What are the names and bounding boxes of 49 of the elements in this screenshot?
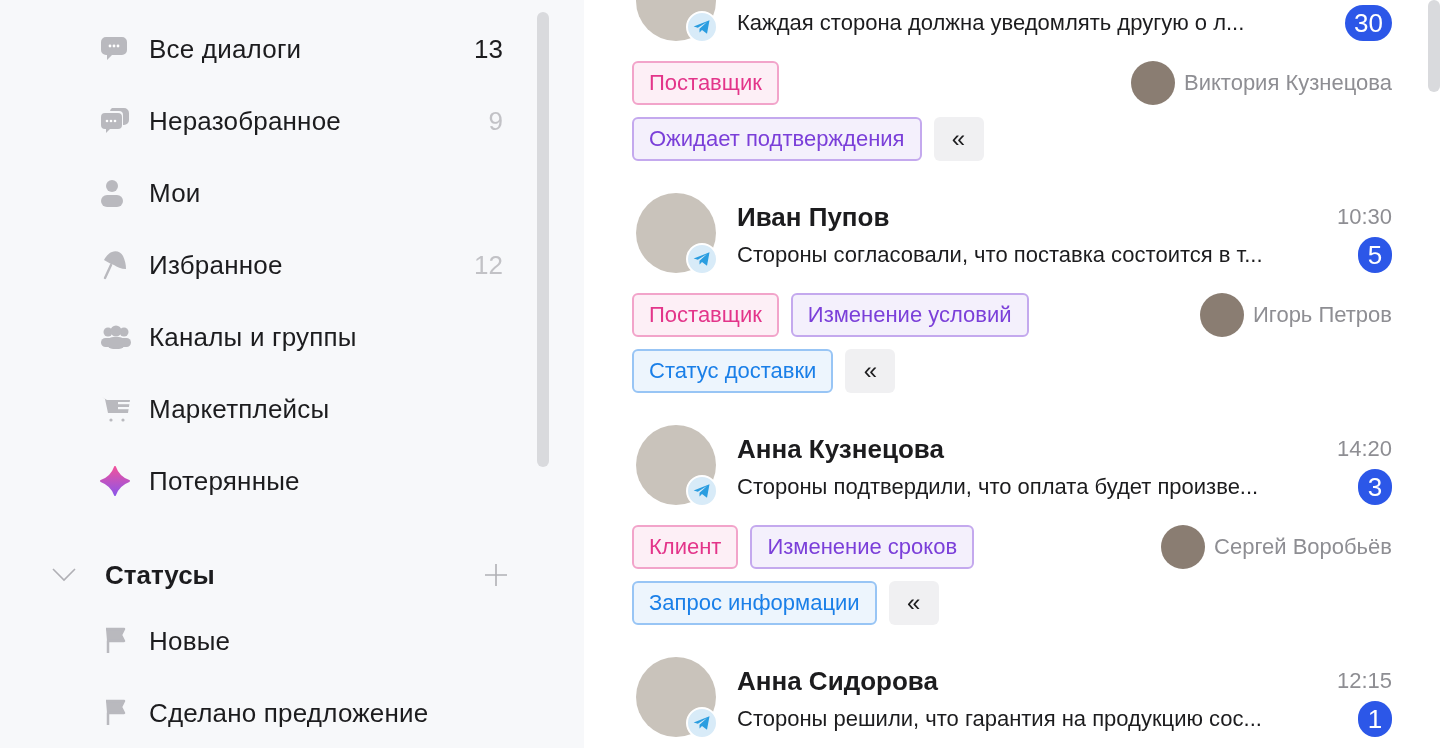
unread-badge: 1 xyxy=(1358,701,1392,737)
unread-badge: 30 xyxy=(1345,5,1392,41)
sidebar-item[interactable]: Все диалоги 13 xyxy=(0,13,520,85)
paper-plane-icon xyxy=(686,707,718,739)
sidebar-item[interactable]: Каналы и группы xyxy=(0,301,520,373)
photo-placeholder xyxy=(1161,525,1206,569)
scrollbar[interactable] xyxy=(537,12,549,467)
sidebar-item[interactable]: Маркетплейсы xyxy=(0,373,520,445)
unread-badge: 5 xyxy=(1358,237,1392,273)
message-preview: Стороны подтвердили, что оплата будет произве... xyxy=(737,474,1259,500)
tag[interactable]: Запрос информации xyxy=(632,581,877,625)
sidebar-item[interactable]: Потерянные xyxy=(0,445,520,517)
message-preview: Каждая сторона должна уведомлять другую о л... xyxy=(737,10,1245,36)
collapse-button[interactable]: « xyxy=(933,117,984,161)
contact-name: Анна Сидорова xyxy=(737,665,938,697)
tag[interactable]: Изменение сроков xyxy=(750,525,975,569)
unread-badge: 3 xyxy=(1358,469,1392,505)
group-icon xyxy=(100,325,134,349)
sidebar-item[interactable]: Новые xyxy=(0,605,520,677)
assignee-name: Сергей Воробьёв xyxy=(1214,534,1392,560)
tag[interactable]: Изменение условий xyxy=(790,293,1029,337)
photo-placeholder xyxy=(1200,293,1245,337)
paper-plane-icon xyxy=(686,11,718,43)
tag[interactable]: Поставщик xyxy=(632,293,779,337)
message-preview: Стороны согласовали, что поставка состоится в т... xyxy=(737,242,1263,268)
tag[interactable]: Поставщик xyxy=(632,61,779,105)
contact-name: Анна Кузнецова xyxy=(737,433,944,465)
collapse-button[interactable]: « xyxy=(845,349,896,393)
tag[interactable]: Статус доставки xyxy=(632,349,834,393)
chevron-icon[interactable] xyxy=(52,568,76,582)
assignee-name: Игорь Петров xyxy=(1253,302,1392,328)
message-time: 14:20 xyxy=(1336,436,1392,462)
plus-icon[interactable] xyxy=(484,563,508,587)
collapse-button[interactable]: « xyxy=(888,581,939,625)
item-count: 13 xyxy=(474,33,503,65)
tag[interactable]: Ожидает подтверждения xyxy=(632,117,922,161)
photo-placeholder xyxy=(1131,61,1175,105)
sidebar-item[interactable]: Мои xyxy=(0,157,520,229)
assignee-name: Виктория Кузнецова xyxy=(1184,70,1392,96)
message-preview: Стороны решили, что гарантия на продукцию сос... xyxy=(737,706,1262,732)
section-title: Статусы xyxy=(105,559,216,591)
message-time: 12:15 xyxy=(1336,668,1392,694)
message-time: 10:30 xyxy=(1336,204,1392,230)
sidebar-item[interactable]: Сделано предложение xyxy=(0,677,520,748)
contact-name: Иван Пупов xyxy=(737,201,890,233)
tag[interactable]: Клиент xyxy=(632,525,739,569)
paper-plane-icon xyxy=(686,243,718,275)
scrollbar[interactable] xyxy=(1428,0,1440,92)
paper-plane-icon xyxy=(686,475,718,507)
